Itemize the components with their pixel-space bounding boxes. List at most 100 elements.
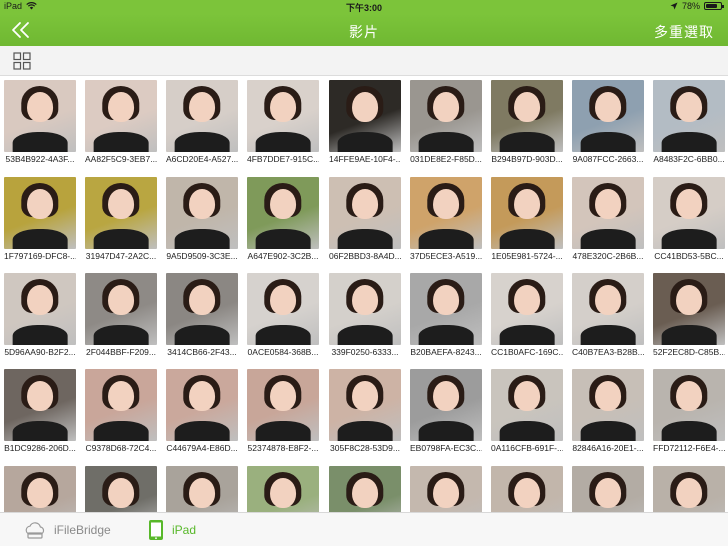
video-tile[interactable]: 37D5ECE3-A519... [410,177,482,263]
tab-ipad[interactable]: iPad [148,513,196,546]
thumbnail-body [499,420,555,441]
video-filename: 37D5ECE3-A519... [410,251,482,261]
video-tile[interactable]: AA82F5C9-3EB7... [85,80,157,166]
thumbnail-face [270,188,296,219]
thumbnail-face [108,380,134,411]
video-tile[interactable] [572,466,644,512]
video-tile[interactable]: 2F044BBF-F209... [85,273,157,359]
video-filename: 52374878-E8F2-... [247,443,319,453]
video-filename: B294B97D-903D... [491,154,563,164]
video-tile[interactable]: FFD72112-F6E4-... [653,369,725,455]
video-tile[interactable]: CC41BD53-5BC... [653,177,725,263]
video-filename: AA82F5C9-3EB7... [85,154,157,164]
video-thumbnail [166,273,238,345]
video-thumbnail [85,177,157,249]
thumbnail-face [27,477,53,508]
thumbnail-face [108,188,134,219]
video-tile[interactable] [85,466,157,512]
video-filename: 031DE8E2-F85D... [410,154,482,164]
video-tile[interactable]: 9A5D9509-3C3E... [166,177,238,263]
video-filename: A6CD20E4-A527... [166,154,238,164]
video-tile[interactable] [653,466,725,512]
video-tile[interactable] [491,466,563,512]
thumbnail-body [418,131,474,152]
video-tile[interactable]: A647E902-3C2B... [247,177,319,263]
video-tile[interactable] [410,466,482,512]
video-thumbnail [572,177,644,249]
thumbnail-body [93,324,149,345]
video-tile[interactable]: 3414CB66-2F43... [166,273,238,359]
multi-select-button[interactable]: 多重選取 [654,22,714,42]
video-tile[interactable]: 82846A16-20E1-... [572,369,644,455]
grid-icon [13,52,31,70]
video-filename: 0A116CFB-691F-... [491,443,563,453]
video-tile[interactable]: C9378D68-72C4... [85,369,157,455]
thumbnail-face [189,284,215,315]
thumbnail-body [174,324,230,345]
video-tile[interactable]: 06F2BBD3-8A4D... [329,177,401,263]
video-tile[interactable] [166,466,238,512]
thumbnail-face [189,188,215,219]
video-tile[interactable]: 031DE8E2-F85D... [410,80,482,166]
video-tile[interactable]: 9A087FCC-2663... [572,80,644,166]
video-thumbnail [4,466,76,512]
video-filename: 478E320C-2B6B... [572,251,644,261]
grid-view-button[interactable] [13,52,31,70]
status-bar: iPad 下午3:00 78% [0,0,728,14]
video-tile[interactable]: C40B7EA3-B28B... [572,273,644,359]
tab-ifilebridge[interactable]: iFileBridge [24,513,111,546]
thumbnail-face [352,284,378,315]
video-tile[interactable]: 1E05E981-5724-... [491,177,563,263]
video-tile[interactable]: 4FB7DDE7-915C... [247,80,319,166]
video-thumbnail [85,80,157,152]
thumbnail-body [661,420,717,441]
video-grid: 53B4B922-4A3F... AA82F5C9-3EB7... A6CD20E4… [0,78,728,512]
thumbnail-face [27,284,53,315]
video-tile[interactable]: B1DC9286-206D... [4,369,76,455]
video-filename: C44679A4-E86D... [166,443,238,453]
video-thumbnail [85,273,157,345]
thumbnail-face [352,380,378,411]
video-tile[interactable]: 339F0250-6333... [329,273,401,359]
thumbnail-face [270,380,296,411]
thumbnail-body [418,324,474,345]
video-tile[interactable]: 14FFE9AE-10F4-... [329,80,401,166]
video-tile[interactable]: 5D96AA90-B2F2... [4,273,76,359]
video-tile[interactable]: C44679A4-E86D... [166,369,238,455]
thumbnail-body [499,324,555,345]
tab-ipad-label: iPad [172,522,197,537]
video-filename: 53B4B922-4A3F... [5,154,75,164]
thumbnail-body [93,228,149,249]
video-tile[interactable]: 305F8C28-53D9... [329,369,401,455]
video-thumbnail [653,466,725,512]
video-tile[interactable]: 52374878-E8F2-... [247,369,319,455]
video-tile[interactable]: CC1B0AFC-169C... [491,273,563,359]
thumbnail-face [676,188,702,219]
video-tile[interactable]: B294B97D-903D... [491,80,563,166]
video-thumbnail [653,177,725,249]
thumbnail-body [174,228,230,249]
video-tile[interactable] [329,466,401,512]
video-tile[interactable]: 31947D47-2A2C... [85,177,157,263]
video-tile[interactable]: 52F2EC8D-C85B... [653,273,725,359]
video-tile[interactable]: 0A116CFB-691F-... [491,369,563,455]
thumbnail-face [433,284,459,315]
video-tile[interactable]: 53B4B922-4A3F... [4,80,76,166]
video-tile[interactable]: 0ACE0584-368B... [247,273,319,359]
video-tile[interactable]: A6CD20E4-A527... [166,80,238,166]
thumbnail-body [337,131,393,152]
video-thumbnail [572,273,644,345]
thumbnail-face [352,477,378,508]
video-tile[interactable] [4,466,76,512]
video-tile[interactable]: 478E320C-2B6B... [572,177,644,263]
video-thumbnail [491,177,563,249]
video-tile[interactable]: 1F797169-DFC8-... [4,177,76,263]
video-tile[interactable]: A8483F2C-6BB0... [653,80,725,166]
thumbnail-body [580,420,636,441]
video-tile[interactable]: EB0798FA-EC3C... [410,369,482,455]
video-tile[interactable] [247,466,319,512]
thumbnail-body [661,131,717,152]
video-tile[interactable]: B20BAEFA-8243... [410,273,482,359]
video-filename: 3414CB66-2F43... [167,347,237,357]
thumbnail-face [514,188,540,219]
